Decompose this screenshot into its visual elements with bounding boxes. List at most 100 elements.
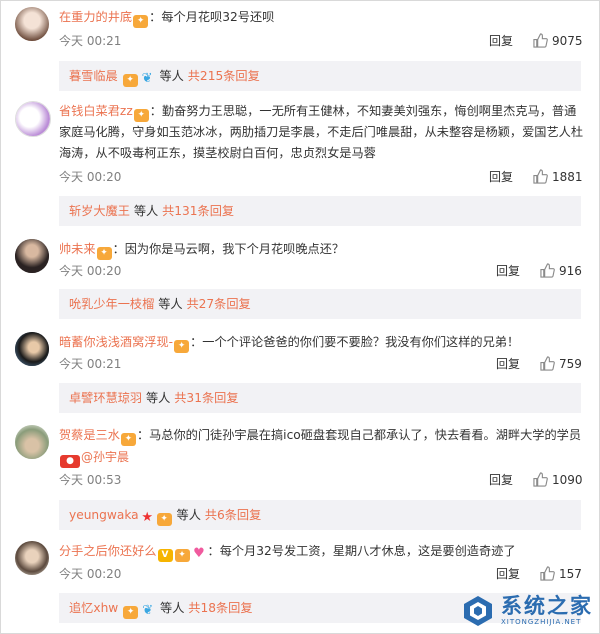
thumbs-up-icon[interactable] [533, 169, 548, 184]
reply-count-link[interactable]: 共31条回复 [174, 391, 238, 405]
comment-list: 在重力的井底 ✦ ：每个月花呗32号还呗 今天 00:21 回复 9075 暮雪临晨… [0, 0, 600, 634]
reply-others-text: 等人 [158, 297, 183, 311]
reply-others-text: 等人 [133, 204, 159, 218]
comment-text-row: 在重力的井底 ✦ ：每个月花呗32号还呗 [59, 7, 589, 28]
reply-button[interactable]: 回复 [496, 262, 520, 280]
timestamp: 今天 00:21 [59, 357, 122, 371]
reply-button[interactable]: 回复 [489, 168, 513, 186]
timestamp: 今天 00:20 [59, 567, 122, 581]
avatar[interactable] [15, 239, 49, 273]
watermark-title: 系统之家 [501, 594, 593, 618]
reply-summary-box[interactable]: 暮雪临晨 ✦ ❦ 等人 共215条回复 [59, 61, 581, 91]
reply-summary-box[interactable]: 卓譬环慧琼羽 等人 共31条回复 [59, 383, 581, 413]
site-watermark: 系统之家 XITONGZHIJIA.NET [461, 593, 593, 629]
comment-text: 勤奋努力王思聪，一无所有王健林，不知妻美刘强东，悔创啊里杰克马，普通 [161, 104, 577, 118]
comment-text: 一个个评论爸爸的你们要不要脸？我没有你们这样的兄弟！ [202, 335, 520, 349]
like-count: 759 [559, 357, 582, 371]
mention-row: ● @孙宇晨 [59, 447, 129, 468]
reply-count-link[interactable]: 共6条回复 [205, 508, 262, 522]
xitongzhijia-logo-icon [464, 596, 492, 626]
avatar[interactable] [15, 332, 49, 366]
thumbs-up-icon[interactable] [533, 33, 548, 48]
username-link[interactable]: 省钱白菜君zz [59, 104, 133, 118]
comment-text-row: 暗蓄你浅浅酒窝浮现- ✦ ：一个个评论爸爸的你们要不要脸？我没有你们这样的兄弟！ [59, 332, 589, 353]
reply-button[interactable]: 回复 [489, 471, 513, 489]
balloon-icon: ❦ [142, 603, 154, 618]
mention-link[interactable]: @孙宇晨 [81, 450, 129, 464]
balloon-icon: ❦ [141, 71, 153, 86]
vip-badge-icon: ✦ [174, 549, 190, 562]
reply-username-link[interactable]: 卓譬环慧琼羽 [69, 391, 142, 405]
like-count: 1881 [552, 170, 583, 184]
watermark-subtitle: XITONGZHIJIA.NET [501, 618, 582, 626]
comment-text: 因为你是马云啊，我下个月花呗晚点还？ [124, 242, 345, 256]
reply-username-link[interactable]: 斩岁大魔王 [69, 204, 130, 218]
reply-summary-box[interactable]: yeungwaka ★ ✦ 等人 共6条回复 [59, 500, 581, 530]
thumbs-up-icon[interactable] [540, 566, 555, 581]
vip-badge-icon: ✦ [96, 247, 112, 260]
separator: ： [136, 428, 150, 442]
reply-others-text: 等人 [159, 69, 184, 83]
comment-text-row: 分手之后你还好么 V ✦ ♥ ：每个月32号发工资，星期八才休息，这是要创造奇迹了 [59, 541, 589, 562]
username-link[interactable]: 在重力的井底 [59, 10, 132, 24]
comment-text-row: 省钱白菜君zz ✦ ：勤奋努力王思聪，一无所有王健林，不知妻美刘强东，悔创啊里杰克马… [59, 101, 589, 122]
comment-text: 海涛，从不吸毒柯正东，摸茎校尉白百何，忠贞烈女是马蓉 [59, 146, 376, 160]
comment-text-row: 帅未来 ✦ ：因为你是马云啊，我下个月花呗晚点还？ [59, 239, 589, 260]
reply-button[interactable]: 回复 [489, 32, 513, 50]
timestamp: 今天 00:20 [59, 264, 122, 278]
reply-button[interactable]: 回复 [496, 355, 520, 373]
vip-badge-icon: ✦ [133, 109, 149, 122]
comment-text-row: 海涛，从不吸毒柯正东，摸茎校尉白百何，忠贞烈女是马蓉 [59, 143, 589, 164]
vip-badge-icon: ✦ [122, 74, 138, 87]
reply-others-text: 等人 [146, 391, 171, 405]
username-link[interactable]: 暗蓄你浅浅酒窝浮现- [59, 335, 173, 349]
avatar[interactable] [15, 101, 51, 137]
heart-icon: ♥ [193, 546, 205, 561]
reply-others-text: 等人 [176, 508, 201, 522]
reply-count-link[interactable]: 共18条回复 [188, 601, 252, 615]
separator: ： [149, 104, 162, 118]
username-link[interactable]: 贺蔡是三水 [59, 428, 120, 442]
like-count: 916 [559, 264, 582, 278]
reply-others-text: 等人 [160, 601, 185, 615]
red-badge-icon: ● [60, 455, 80, 468]
avatar[interactable] [15, 425, 49, 459]
comment-text: 每个月32号发工资，星期八才休息，这是要创造奇迹了 [219, 544, 516, 558]
reply-count-link[interactable]: 共215条回复 [188, 69, 260, 83]
separator: ： [207, 544, 220, 558]
avatar[interactable] [15, 541, 49, 575]
separator: ： [112, 242, 125, 256]
vip-badge-icon: ✦ [156, 513, 172, 526]
avatar[interactable] [15, 7, 49, 41]
comment-text: 每个月花呗32号还呗 [161, 10, 275, 24]
v-badge-icon: V [157, 549, 173, 562]
vip-badge-icon: ✦ [174, 340, 190, 353]
reply-summary-box[interactable]: 斩岁大魔王 等人 共131条回复 [59, 196, 581, 226]
reply-button[interactable]: 回复 [496, 565, 520, 583]
thumbs-up-icon[interactable] [540, 356, 555, 371]
vip-badge-icon: ✦ [120, 433, 136, 446]
vip-badge-icon: ✦ [123, 606, 139, 619]
reply-summary-box[interactable]: 吮乳少年一枝榴 等人 共27条回复 [59, 289, 581, 319]
separator: ： [190, 335, 203, 349]
thumbs-up-icon[interactable] [533, 472, 548, 487]
star-icon: ★ [141, 510, 153, 525]
reply-username-link[interactable]: 追忆xhw [69, 601, 118, 615]
timestamp: 今天 00:21 [59, 34, 122, 48]
username-link[interactable]: 分手之后你还好么 [59, 544, 157, 558]
timestamp: 今天 00:20 [59, 170, 122, 184]
thumbs-up-icon[interactable] [540, 263, 555, 278]
reply-username-link[interactable]: 吮乳少年一枝榴 [69, 297, 154, 311]
reply-username-link[interactable]: 暮雪临晨 [69, 69, 118, 83]
reply-username-link[interactable]: yeungwaka [69, 508, 139, 522]
separator: ： [149, 10, 162, 24]
comment-text: 家庭马化腾，守身如玉范冰冰，两肋插刀是李晨，不走后门唯晨甜，从未整容是杨颖，爱国… [59, 125, 584, 139]
vip-badge-icon: ✦ [133, 15, 149, 28]
reply-count-link[interactable]: 共27条回复 [186, 297, 250, 311]
username-link[interactable]: 帅未来 [59, 242, 96, 256]
reply-count-link[interactable]: 共131条回复 [162, 204, 234, 218]
comment-text-row: 贺蔡是三水 ✦ ：马总你的门徒孙宇晨在搞ico砸盘套现自己都承认了，快去看看。湖畔大… [59, 425, 589, 446]
like-count: 9075 [552, 34, 583, 48]
like-count: 1090 [552, 473, 583, 487]
timestamp: 今天 00:53 [59, 473, 122, 487]
